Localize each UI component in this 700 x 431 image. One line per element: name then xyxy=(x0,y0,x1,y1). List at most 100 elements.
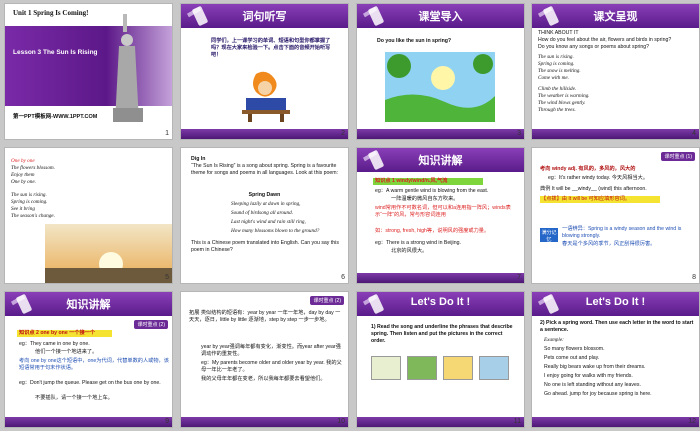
slide-header: 知识讲解 xyxy=(5,292,172,316)
lesson-tag: 课时重点 (1) xyxy=(661,152,695,161)
slide-number: 6 xyxy=(341,274,345,281)
activity-picture-3 xyxy=(443,356,473,380)
example-line: eg：It's rather windy today. 今天风相当大。 xyxy=(548,175,649,181)
example-line: eg：There is a strong wind in Beijing. xyxy=(375,240,461,246)
example-translation: 不要插队，请一个接一个地上车。 xyxy=(35,395,113,401)
slide-number: 9 xyxy=(165,418,169,425)
example-line: eg：They came in one by one. xyxy=(19,341,90,347)
slide-footer xyxy=(532,417,699,427)
slide-thumbnail-10[interactable]: 课时重点 (2) 拓展 类似结构的短语有：year by year 一年一年地，… xyxy=(180,291,349,428)
acrostic-line: Go ahead. jump for joy because spring is… xyxy=(544,391,652,397)
translation-note: This is a Chinese poem translated into E… xyxy=(191,240,339,253)
activity-picture-1 xyxy=(371,356,401,380)
memory-line: 一语辨异：Spring is a windy season and the wi… xyxy=(562,226,682,239)
song-line: Spring is coming. xyxy=(11,199,48,205)
song-line: The sun is rising. xyxy=(538,54,574,60)
slide-thumbnail-3[interactable]: 课堂导入 Do you like the sun in spring? 3 xyxy=(356,3,525,140)
lesson-tag: 课时重点 (2) xyxy=(134,320,168,329)
slide-thumbnail-9[interactable]: 知识讲解 课时重点 (2) 知识点 2 one by one 一个接一个 eg：… xyxy=(4,291,173,428)
acrostic-line: So many flowers blossom. xyxy=(544,346,605,352)
acrostic-line: I enjoy going for walks with my friends. xyxy=(544,373,633,379)
slide-footer xyxy=(357,129,524,139)
song-line: The weather is warming. xyxy=(538,93,590,99)
spring-sun-image xyxy=(385,52,495,122)
slide-title: Let's Do It ! xyxy=(585,296,646,308)
song-line: Come with me. xyxy=(538,75,569,81)
slide-number: 8 xyxy=(692,274,696,281)
song-line: The season's change. xyxy=(11,213,55,219)
slide-thumbnail-1[interactable]: Unit 1 Spring Is Coming! Lesson 3 The Su… xyxy=(4,3,173,140)
slide-footer xyxy=(357,273,524,283)
slide-header: Let's Do It ! xyxy=(357,292,524,316)
dictation-instructions: 同学们，上一课学习的单词、短语和句型你都掌握了吗？现在大家来检验一下。点击下面的… xyxy=(211,38,331,58)
example-label: Example: xyxy=(544,337,564,343)
song-line: Spring is coming. xyxy=(538,61,575,67)
slide-number: 12 xyxy=(688,418,696,425)
extension-line: year by year强调每年都有变化，渐变性。而year after yea… xyxy=(201,344,341,357)
example-line: eg：My parents become older and older yea… xyxy=(201,360,342,373)
slide-number: 5 xyxy=(165,274,169,281)
slide-title: 课堂导入 xyxy=(418,11,463,23)
statue-of-liberty-image xyxy=(113,14,143,122)
slide-header: 课文呈现 xyxy=(532,4,699,28)
example-translation: 北京的风很大。 xyxy=(391,248,428,254)
example-translation: 一阵温暖的微风自东方吹来。 xyxy=(391,196,459,202)
song-line: Through the trees. xyxy=(538,107,576,113)
poem-line: Sound of birdsong all around. xyxy=(231,210,294,216)
song-line: The wind blows gently. xyxy=(538,100,586,106)
song-line: See it bring xyxy=(11,206,35,212)
poem-line: Last night's wind and rain still ring, xyxy=(231,219,306,225)
intro-question: Do you like the sun in spring? xyxy=(377,38,452,44)
unit-title: Unit 1 Spring Is Coming! xyxy=(13,9,89,17)
knowledge-point: 知识点 2 one by one 一个接一个 xyxy=(19,330,96,336)
acrostic-line: Pets come out and play. xyxy=(544,355,600,361)
grammar-note: 如：strong, fresh, high等，说明风的强度或力量。 xyxy=(375,228,490,234)
song-line: Climb the hillside. xyxy=(538,86,577,92)
activity-instructions: 1) Read the song and underline the phras… xyxy=(371,324,513,344)
slide-title: 词句听写 xyxy=(242,11,287,23)
slide-thumbnail-2[interactable]: 词句听写 同学们，上一课学习的单词、短语和句型你都掌握了吗？现在大家来检验一下。… xyxy=(180,3,349,140)
think-about-it: THINK ABOUT IT xyxy=(538,30,579,36)
slide-title: 知识讲解 xyxy=(66,299,111,311)
hint-line: 【点拨】由 It will be 可知应填形容词。 xyxy=(541,196,631,202)
slide-thumbnail-7[interactable]: 知识讲解 知识点 1 windy/wind/n.风,气流 eg：A warm g… xyxy=(356,147,525,284)
memory-translation: 春天是个多风的季节，风正刮得很厉害。 xyxy=(562,241,656,247)
song-line: The snow is melting. xyxy=(538,68,581,74)
slide-title: 知识讲解 xyxy=(418,155,463,167)
knowledge-point: 知识点 1 windy/wind/n.风,气流 xyxy=(375,178,448,184)
activity-picture-2 xyxy=(407,356,437,380)
slide-thumbnail-4[interactable]: 课文呈现 THINK ABOUT IT How do you feel abou… xyxy=(531,3,700,140)
example-line: eg：A warm gentle wind is blowing from th… xyxy=(375,188,489,194)
memory-box: 满分记忆 xyxy=(540,228,558,243)
dig-in-heading: Dig In xyxy=(191,156,206,162)
slide-number: 1 xyxy=(165,130,169,137)
slide-footer xyxy=(357,417,524,427)
poem-title: Spring Dawn xyxy=(248,192,281,198)
song-line: Enjoy them xyxy=(11,172,35,178)
usage-note: 考向 one by one这个短语中，one为代词，代替单数的人或物，该短语常用… xyxy=(19,358,169,371)
slide-thumbnail-5[interactable]: One by one The flowers blossom. Enjoy th… xyxy=(4,147,173,284)
sunrise-image xyxy=(45,224,172,283)
slide-thumbnail-6[interactable]: Dig In “The Sun Is Rising” is a song abo… xyxy=(180,147,349,284)
slide-header: Let's Do It ! xyxy=(532,292,699,316)
extension-line: 拓展 类似结构的短语有：year by year 一年一年地，day by da… xyxy=(189,310,341,323)
slide-thumbnail-12[interactable]: Let's Do It ! 2) Pick a spring word. The… xyxy=(531,291,700,428)
slide-title: Let's Do It ! xyxy=(410,296,471,308)
slide-header: 知识讲解 xyxy=(357,148,524,172)
slide-footer xyxy=(181,129,348,139)
song-line: One by one. xyxy=(11,179,36,185)
lesson-title: Lesson 3 The Sun Is Rising xyxy=(13,49,98,56)
slide-header: 课堂导入 xyxy=(357,4,524,28)
example-translation: 我的父母年年都在变老，所以我每年都要去看望他们。 xyxy=(201,376,326,382)
song-line: The flowers blossom. xyxy=(11,165,55,171)
slide-number: 4 xyxy=(692,130,696,137)
slide-number: 7 xyxy=(517,274,521,281)
question-line: Do you know any songs or poems about spr… xyxy=(538,44,650,50)
grammar-note: wind常用作不可数名词，但可以和a连用指一阵风；winds表示“一阵”的风，常… xyxy=(375,205,511,218)
acrostic-line: Really big bears wake up from their drea… xyxy=(544,364,646,370)
slide-footer xyxy=(181,417,348,427)
lesson-tag: 课时重点 (2) xyxy=(310,296,344,305)
slide-thumbnail-11[interactable]: Let's Do It ! 1) Read the song and under… xyxy=(356,291,525,428)
slide-title: 课文呈现 xyxy=(593,11,638,23)
slide-thumbnail-8[interactable]: 课时重点 (1) 考向 windy adj. 有风的，多风的，风大的 eg：It… xyxy=(531,147,700,284)
